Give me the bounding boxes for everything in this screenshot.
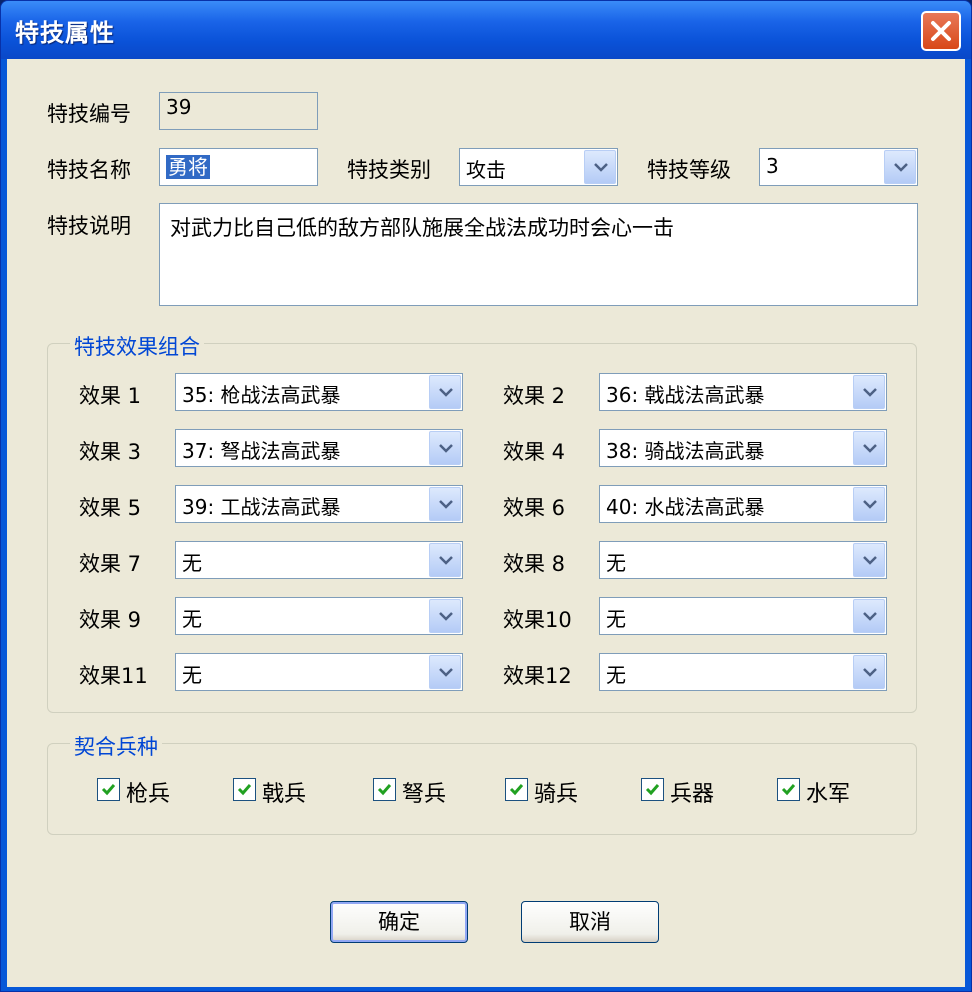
effect-1-select[interactable]: 35: 枪战法高武暴 bbox=[175, 373, 463, 411]
effect-5-select[interactable]: 39: 工战法高武暴 bbox=[175, 485, 463, 523]
chevron-down-icon[interactable] bbox=[853, 599, 885, 633]
chevron-down-icon[interactable] bbox=[853, 431, 885, 465]
cancel-button[interactable]: 取消 bbox=[521, 901, 659, 943]
chevron-down-icon[interactable] bbox=[429, 375, 461, 409]
troop-crossbow-checkbox[interactable]: 弩兵 bbox=[373, 776, 463, 807]
troop-navy-checkbox[interactable]: 水军 bbox=[777, 776, 867, 807]
effect-11-value: 无 bbox=[182, 663, 202, 687]
troop-spear-label: 枪兵 bbox=[126, 782, 171, 807]
skill-description-label: 特技说明 bbox=[47, 214, 131, 238]
troop-navy-label: 水军 bbox=[806, 782, 851, 807]
skill-description-textarea[interactable]: 对武力比自己低的敌方部队施展全战法成功时会心一击 bbox=[159, 203, 918, 306]
effect-11-select[interactable]: 无 bbox=[175, 653, 463, 691]
effects-group-title: 特技效果组合 bbox=[70, 331, 204, 361]
effect-10-value: 无 bbox=[606, 607, 626, 631]
effect-2-label: 效果 2 bbox=[503, 384, 566, 408]
effect-7-select[interactable]: 无 bbox=[175, 541, 463, 579]
effect-1-value: 35: 枪战法高武暴 bbox=[182, 383, 341, 407]
effect-8-label: 效果 8 bbox=[503, 552, 566, 576]
effect-7-value: 无 bbox=[182, 551, 202, 575]
effect-12-select[interactable]: 无 bbox=[599, 653, 887, 691]
checkmark-icon bbox=[645, 784, 660, 796]
effect-12-label: 效果12 bbox=[503, 664, 572, 688]
skill-category-value: 攻击 bbox=[466, 158, 506, 182]
troops-group-title: 契合兵种 bbox=[70, 731, 162, 761]
effect-12-value: 无 bbox=[606, 663, 626, 687]
effect-9-value: 无 bbox=[182, 607, 202, 631]
checkbox-box bbox=[233, 778, 256, 801]
checkmark-icon bbox=[377, 784, 392, 796]
skill-level-select[interactable]: 3 bbox=[759, 148, 918, 186]
ok-button[interactable]: 确定 bbox=[330, 901, 468, 943]
checkmark-icon bbox=[509, 784, 524, 796]
effect-4-select[interactable]: 38: 骑战法高武暴 bbox=[599, 429, 887, 467]
dialog-client-area: 特技编号 39 特技名称 勇将 特技类别 攻击 特技等级 3 特技说明 对武力比… bbox=[7, 59, 965, 987]
chevron-down-icon[interactable] bbox=[853, 487, 885, 521]
troop-spear-checkbox[interactable]: 枪兵 bbox=[97, 776, 187, 807]
skill-name-value: 勇将 bbox=[166, 155, 210, 179]
chevron-down-icon[interactable] bbox=[429, 431, 461, 465]
skill-level-value: 3 bbox=[766, 154, 779, 178]
skill-level-label: 特技等级 bbox=[647, 158, 731, 182]
chevron-down-icon[interactable] bbox=[853, 543, 885, 577]
effect-3-label: 效果 3 bbox=[79, 440, 142, 464]
effect-9-select[interactable]: 无 bbox=[175, 597, 463, 635]
effect-5-label: 效果 5 bbox=[79, 496, 142, 520]
effect-4-label: 效果 4 bbox=[503, 440, 566, 464]
skill-name-input[interactable]: 勇将 bbox=[159, 148, 318, 186]
effect-6-value: 40: 水战法高武暴 bbox=[606, 495, 765, 519]
troop-siege-label: 兵器 bbox=[670, 782, 715, 807]
effect-1-label: 效果 1 bbox=[79, 384, 142, 408]
checkmark-icon bbox=[237, 784, 252, 796]
troop-crossbow-label: 弩兵 bbox=[402, 782, 447, 807]
skill-category-label: 特技类别 bbox=[347, 158, 431, 182]
effect-8-select[interactable]: 无 bbox=[599, 541, 887, 579]
troop-halberd-checkbox[interactable]: 戟兵 bbox=[233, 776, 323, 807]
chevron-down-icon[interactable] bbox=[429, 599, 461, 633]
title-bar[interactable]: 特技属性 bbox=[1, 1, 971, 59]
chevron-down-icon[interactable] bbox=[584, 150, 616, 184]
chevron-down-icon[interactable] bbox=[884, 150, 916, 184]
close-icon bbox=[931, 21, 951, 41]
chevron-down-icon[interactable] bbox=[853, 655, 885, 689]
effect-2-value: 36: 戟战法高武暴 bbox=[606, 383, 765, 407]
effect-6-label: 效果 6 bbox=[503, 496, 566, 520]
effect-4-value: 38: 骑战法高武暴 bbox=[606, 439, 765, 463]
window-title: 特技属性 bbox=[15, 19, 115, 47]
close-button[interactable] bbox=[921, 11, 961, 51]
checkbox-box bbox=[641, 778, 664, 801]
troop-halberd-label: 戟兵 bbox=[262, 782, 307, 807]
chevron-down-icon[interactable] bbox=[429, 655, 461, 689]
effect-10-select[interactable]: 无 bbox=[599, 597, 887, 635]
checkbox-box bbox=[97, 778, 120, 801]
effect-3-value: 37: 弩战法高武暴 bbox=[182, 439, 341, 463]
effect-7-label: 效果 7 bbox=[79, 552, 142, 576]
effect-6-select[interactable]: 40: 水战法高武暴 bbox=[599, 485, 887, 523]
troop-cavalry-label: 骑兵 bbox=[534, 782, 579, 807]
dialog-window: 特技属性 特技编号 39 特技名称 勇将 特技类别 攻击 特技等级 3 特技说明… bbox=[0, 0, 972, 992]
effect-10-label: 效果10 bbox=[503, 608, 572, 632]
skill-id-field: 39 bbox=[159, 92, 318, 130]
checkmark-icon bbox=[101, 784, 116, 796]
effect-3-select[interactable]: 37: 弩战法高武暴 bbox=[175, 429, 463, 467]
effect-11-label: 效果11 bbox=[79, 664, 148, 688]
checkbox-box bbox=[505, 778, 528, 801]
skill-category-select[interactable]: 攻击 bbox=[459, 148, 618, 186]
skill-id-label: 特技编号 bbox=[47, 102, 131, 126]
troop-siege-checkbox[interactable]: 兵器 bbox=[641, 776, 731, 807]
effect-9-label: 效果 9 bbox=[79, 608, 142, 632]
effect-8-value: 无 bbox=[606, 551, 626, 575]
effect-2-select[interactable]: 36: 戟战法高武暴 bbox=[599, 373, 887, 411]
troop-cavalry-checkbox[interactable]: 骑兵 bbox=[505, 776, 595, 807]
chevron-down-icon[interactable] bbox=[853, 375, 885, 409]
effect-5-value: 39: 工战法高武暴 bbox=[182, 495, 341, 519]
chevron-down-icon[interactable] bbox=[429, 487, 461, 521]
skill-name-label: 特技名称 bbox=[47, 158, 131, 182]
checkbox-box bbox=[777, 778, 800, 801]
chevron-down-icon[interactable] bbox=[429, 543, 461, 577]
checkmark-icon bbox=[781, 784, 796, 796]
checkbox-box bbox=[373, 778, 396, 801]
